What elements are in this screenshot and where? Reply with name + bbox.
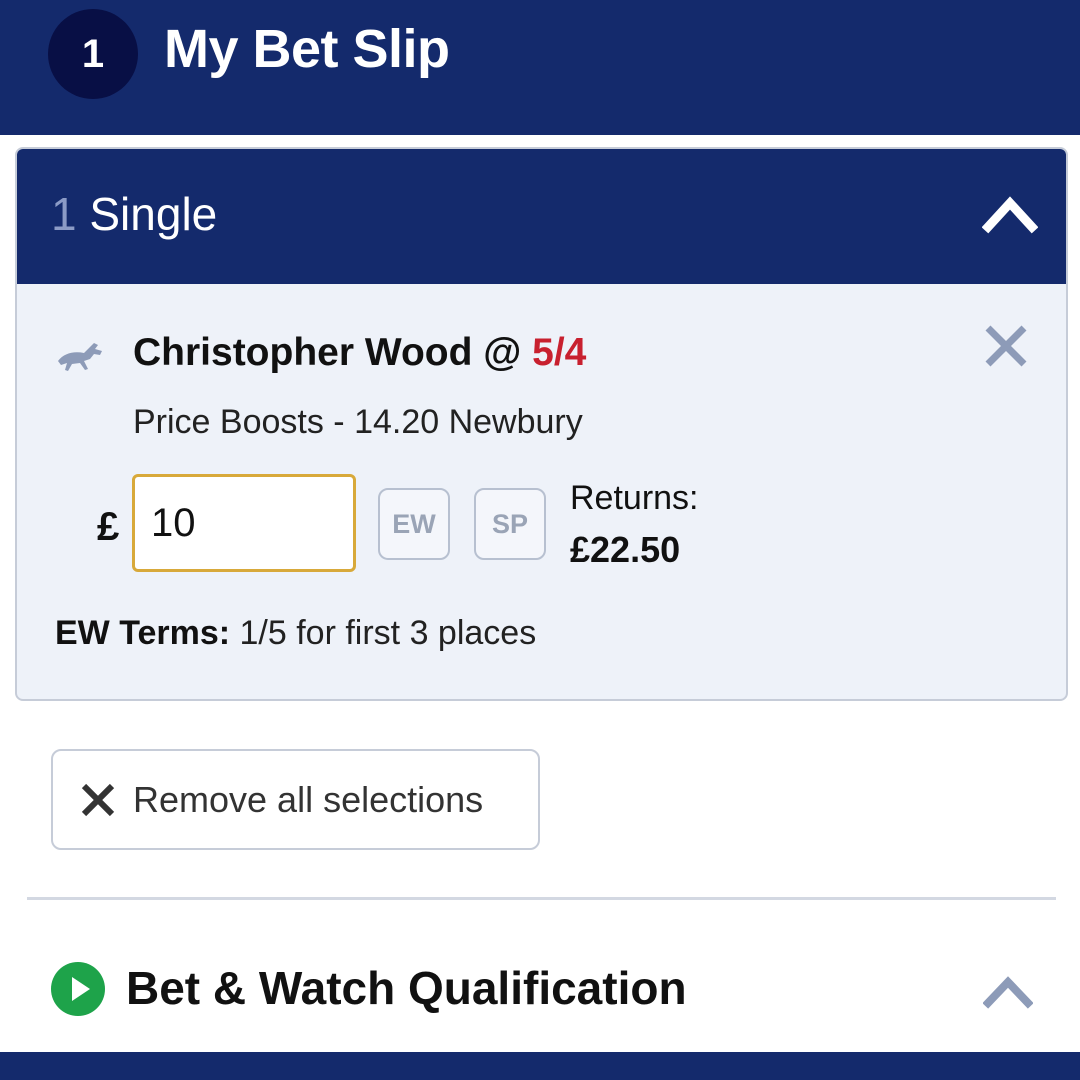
- bet-watch-title[interactable]: Bet & Watch Qualification: [126, 961, 687, 1015]
- single-section-header[interactable]: 1 Single: [17, 149, 1066, 284]
- chevron-up-icon[interactable]: [982, 189, 1038, 239]
- page-title: My Bet Slip: [164, 19, 450, 79]
- single-bet-card: 1 Single Christopher Wood @ 5/4 Price Bo…: [15, 147, 1068, 701]
- selection-odds: 5/4: [532, 331, 587, 374]
- selection-event: Price Boosts - 14.20 Newbury: [133, 403, 583, 441]
- selection-runner: Christopher Wood @: [133, 331, 533, 374]
- remove-all-selections-button[interactable]: Remove all selections: [51, 749, 540, 850]
- currency-symbol: £: [97, 505, 120, 549]
- divider: [27, 897, 1056, 900]
- returns-value: £22.50: [570, 529, 681, 570]
- selection-name: Christopher Wood @ 5/4: [133, 331, 586, 375]
- close-icon: [81, 783, 115, 816]
- stake-input[interactable]: [132, 474, 356, 572]
- single-section-label: 1 Single: [51, 187, 217, 241]
- returns-label: Returns:: [570, 479, 699, 517]
- remove-all-label: Remove all selections: [133, 778, 484, 820]
- chevron-up-icon[interactable]: [983, 970, 1033, 1010]
- single-count: 1: [51, 188, 77, 240]
- each-way-terms: EW Terms: 1/5 for first 3 places: [55, 614, 536, 653]
- close-icon[interactable]: [982, 322, 1030, 370]
- bet-slip-header: 1 My Bet Slip: [0, 0, 1080, 135]
- selection-count-badge: 1: [48, 9, 138, 99]
- horse-racing-icon: [58, 343, 102, 371]
- starting-price-toggle[interactable]: SP: [474, 488, 546, 560]
- each-way-terms-text: 1/5 for first 3 places: [230, 614, 537, 652]
- each-way-terms-label: EW Terms:: [55, 614, 231, 652]
- each-way-toggle[interactable]: EW: [378, 488, 450, 560]
- single-label-text: Single: [76, 188, 218, 240]
- footer-bar: [0, 1052, 1080, 1080]
- play-icon: [51, 962, 105, 1016]
